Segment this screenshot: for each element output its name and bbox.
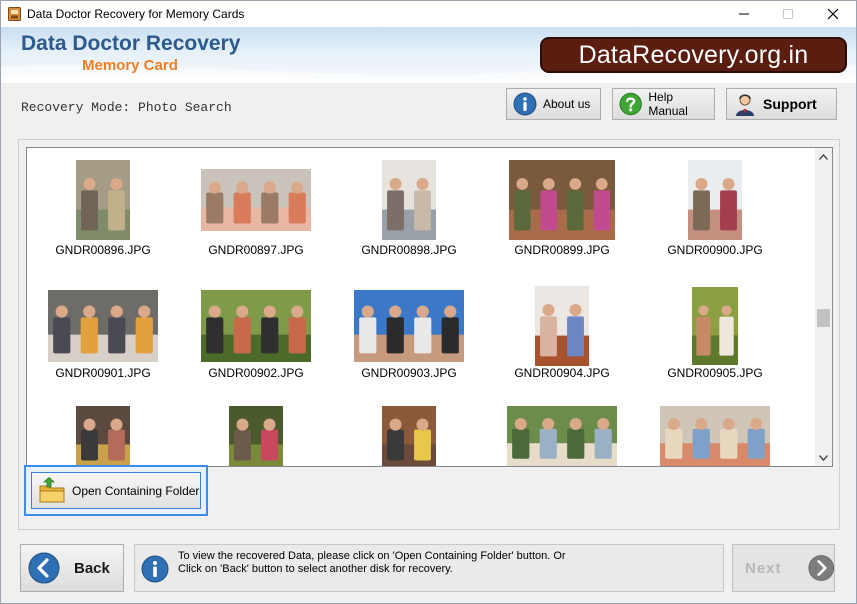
photo-filename: GNDR00900.JPG bbox=[667, 243, 763, 257]
about-us-label: About us bbox=[543, 97, 591, 111]
about-us-button[interactable]: About us bbox=[506, 88, 601, 120]
photo-thumbnail[interactable] bbox=[382, 160, 436, 240]
photo-thumbnail[interactable] bbox=[507, 406, 617, 466]
window-title: Data Doctor Recovery for Memory Cards bbox=[27, 7, 245, 21]
open-containing-folder-label: Open Containing Folder bbox=[72, 483, 200, 498]
photo-filename: GNDR00905.JPG bbox=[667, 366, 763, 380]
app-icon bbox=[8, 7, 21, 21]
photo-thumbnail[interactable] bbox=[509, 160, 615, 240]
photo-filename: GNDR00903.JPG bbox=[361, 366, 457, 380]
website-logo: DataRecovery.org.in bbox=[540, 37, 847, 73]
scroll-down-arrow[interactable] bbox=[815, 449, 832, 466]
photo-filename: GNDR00897.JPG bbox=[208, 243, 304, 257]
photo-gallery[interactable]: GNDR00896.JPG GNDR00897.JPG GNDR00898.JPG G… bbox=[26, 147, 833, 467]
support-label: Support bbox=[763, 96, 817, 112]
help-manual-label: Help Manual bbox=[648, 90, 688, 118]
minimize-button[interactable] bbox=[721, 1, 767, 27]
vertical-scrollbar[interactable] bbox=[815, 148, 832, 466]
scroll-up-arrow[interactable] bbox=[815, 148, 832, 165]
scroll-thumb[interactable] bbox=[817, 309, 830, 327]
photo-thumbnail[interactable] bbox=[201, 290, 311, 362]
photo-filename: GNDR00904.JPG bbox=[514, 366, 610, 380]
info-icon bbox=[141, 555, 169, 583]
next-arrow-icon bbox=[807, 555, 834, 581]
photo-thumbnail[interactable] bbox=[48, 290, 158, 362]
brand-title: Data Doctor Recovery bbox=[21, 32, 241, 55]
open-folder-focus-ring: Open Containing Folder bbox=[24, 465, 208, 516]
photo-thumbnail[interactable] bbox=[382, 406, 436, 467]
photo-thumbnail[interactable] bbox=[688, 160, 742, 240]
photo-thumbnail[interactable] bbox=[76, 160, 130, 240]
maximize-icon bbox=[783, 9, 793, 19]
instruction-line-2: Click on 'Back' button to select another… bbox=[178, 563, 453, 575]
photo-filename: GNDR00899.JPG bbox=[514, 243, 610, 257]
photo-thumbnail[interactable] bbox=[201, 169, 311, 231]
minimize-icon bbox=[739, 13, 749, 15]
instruction-line-1: To view the recovered Data, please click… bbox=[178, 550, 566, 562]
header-banner: Data Doctor Recovery Memory Card DataRec… bbox=[1, 27, 856, 83]
photo-thumbnail[interactable] bbox=[692, 287, 738, 365]
back-label: Back bbox=[74, 559, 110, 577]
photo-thumbnail[interactable] bbox=[535, 286, 589, 366]
brand-subtitle: Memory Card bbox=[82, 57, 178, 74]
app-window: Data Doctor Recovery for Memory Cards Da… bbox=[0, 0, 857, 604]
instruction-box: To view the recovered Data, please click… bbox=[134, 544, 724, 592]
next-label: Next bbox=[745, 559, 782, 577]
back-button[interactable]: Back bbox=[20, 544, 124, 592]
close-button[interactable] bbox=[810, 1, 856, 27]
title-bar: Data Doctor Recovery for Memory Cards bbox=[1, 1, 856, 27]
maximize-button[interactable] bbox=[765, 1, 811, 27]
help-manual-button[interactable]: Help Manual bbox=[612, 88, 715, 120]
back-arrow-icon bbox=[28, 552, 60, 584]
info-icon bbox=[513, 92, 537, 116]
chevron-down-icon bbox=[819, 454, 828, 461]
photo-filename: GNDR00898.JPG bbox=[361, 243, 457, 257]
photo-filename: GNDR00902.JPG bbox=[208, 366, 304, 380]
recovery-mode-label: Recovery Mode: Photo Search bbox=[21, 100, 232, 115]
photo-thumbnail[interactable] bbox=[229, 406, 283, 467]
chevron-up-icon bbox=[819, 153, 828, 160]
photo-thumbnail[interactable] bbox=[354, 290, 464, 362]
folder-open-icon bbox=[39, 476, 65, 502]
next-button[interactable]: Next bbox=[732, 544, 835, 592]
photo-thumbnail[interactable] bbox=[76, 406, 130, 467]
support-button[interactable]: Support bbox=[726, 88, 837, 120]
photo-filename: GNDR00901.JPG bbox=[55, 366, 151, 380]
website-logo-text: DataRecovery.org.in bbox=[578, 40, 809, 69]
close-icon bbox=[827, 8, 839, 20]
open-containing-folder-button[interactable]: Open Containing Folder bbox=[31, 472, 201, 509]
photo-thumbnail[interactable] bbox=[660, 406, 770, 466]
help-icon bbox=[619, 92, 642, 116]
support-agent-icon bbox=[736, 94, 754, 116]
photo-filename: GNDR00896.JPG bbox=[55, 243, 151, 257]
